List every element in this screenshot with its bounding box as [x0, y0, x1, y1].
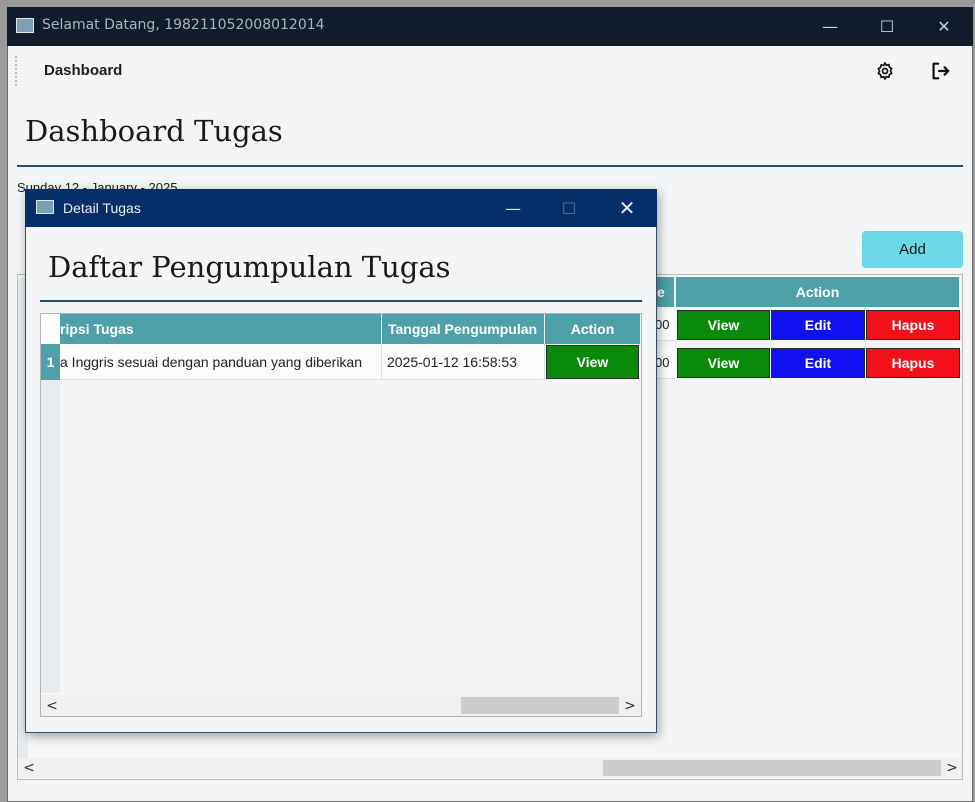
- close-button[interactable]: ✕: [922, 7, 966, 46]
- toolbar-grip[interactable]: [15, 56, 17, 86]
- row-header-column: [41, 343, 60, 693]
- dialog-minimize-button[interactable]: —: [490, 189, 536, 227]
- window-title: Selamat Datang, 198211052008012014: [42, 17, 325, 33]
- gear-icon[interactable]: [875, 61, 895, 81]
- delete-button[interactable]: Hapus: [866, 348, 960, 378]
- table-cell-date: 00: [655, 347, 675, 379]
- dialog-heading: Daftar Pengumpulan Tugas: [48, 250, 451, 284]
- scroll-right-arrow-icon[interactable]: >: [943, 758, 961, 778]
- dialog-heading-divider: [40, 300, 642, 302]
- table-corner[interactable]: [41, 314, 60, 344]
- dialog-close-button[interactable]: ✕: [604, 189, 650, 227]
- edit-button[interactable]: Edit: [771, 348, 865, 378]
- column-header-action[interactable]: Action: [545, 314, 641, 344]
- row-number[interactable]: 1: [41, 344, 60, 380]
- dialog-app-icon: [36, 200, 54, 214]
- view-button[interactable]: View: [677, 310, 770, 340]
- table-cell-date: 00: [655, 309, 675, 341]
- page-title: Dashboard Tugas: [25, 114, 283, 148]
- toolbar-dashboard-button[interactable]: Dashboard: [44, 62, 122, 79]
- scrollbar-thumb[interactable]: [603, 760, 941, 776]
- scroll-left-arrow-icon[interactable]: <: [44, 695, 60, 716]
- title-divider: [17, 165, 963, 167]
- view-button[interactable]: View: [546, 345, 639, 379]
- logout-icon[interactable]: [929, 60, 951, 82]
- delete-button[interactable]: Hapus: [866, 310, 960, 340]
- scroll-left-arrow-icon[interactable]: <: [20, 758, 38, 778]
- app-icon: [16, 18, 34, 33]
- table-cell-description[interactable]: a Inggris sesuai dengan panduan yang dib…: [60, 344, 382, 380]
- scrollbar-thumb[interactable]: [461, 697, 619, 714]
- scroll-right-arrow-icon[interactable]: >: [622, 695, 638, 716]
- edit-button[interactable]: Edit: [771, 310, 865, 340]
- column-header-submission-date[interactable]: Tanggal Pengumpulan: [382, 314, 545, 344]
- column-header-date[interactable]: e: [655, 277, 675, 307]
- dialog-title: Detail Tugas: [63, 200, 141, 216]
- dialog-maximize-button: ☐: [561, 198, 577, 218]
- column-header-description[interactable]: ripsi Tugas: [60, 314, 382, 344]
- maximize-button[interactable]: ☐: [865, 7, 909, 46]
- table-cell-submission-date[interactable]: 2025-01-12 16:58:53: [382, 344, 545, 380]
- minimize-button[interactable]: —: [808, 7, 852, 46]
- column-header-action[interactable]: Action: [676, 277, 960, 307]
- view-button[interactable]: View: [677, 348, 770, 378]
- add-button[interactable]: Add: [862, 231, 963, 268]
